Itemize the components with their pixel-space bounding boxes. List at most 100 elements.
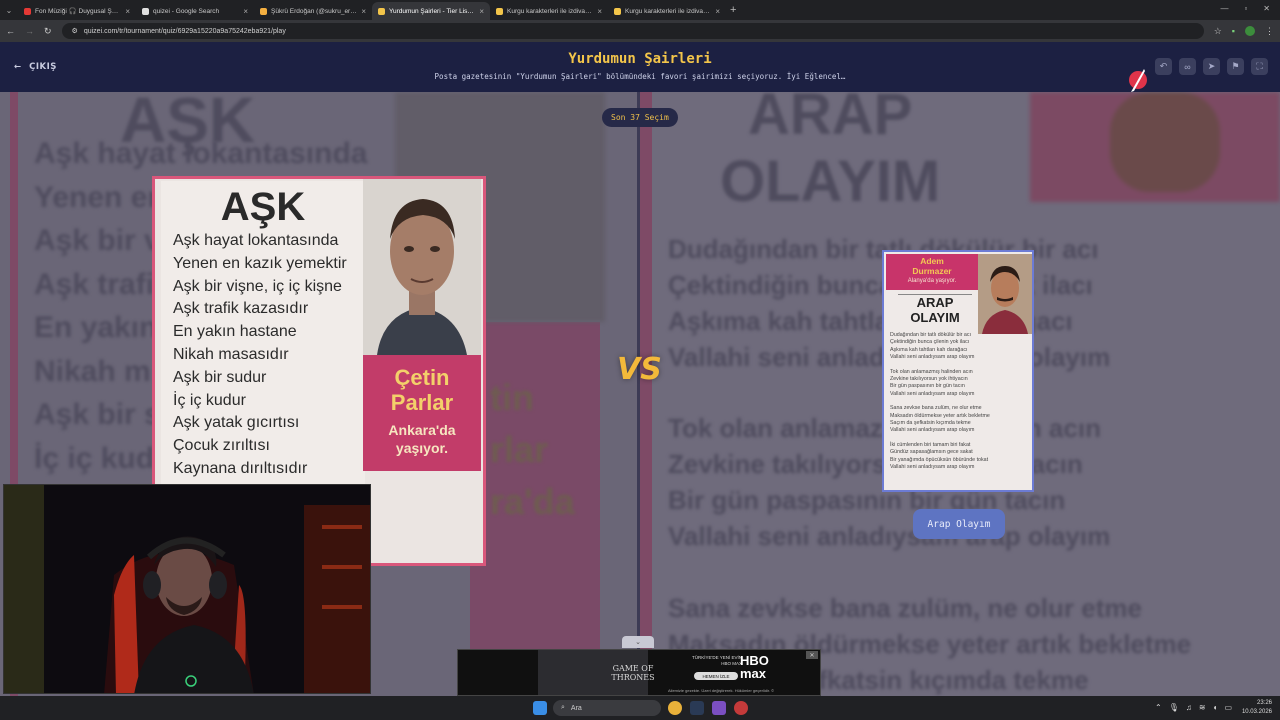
browser-tab-bar: ⌄ Fon Müziği 🎧 Duygusal Şarkılar × quizei … bbox=[0, 0, 1280, 20]
right-poet-last-name: Durmazer bbox=[912, 266, 952, 276]
right-poem-line: Vallahi seni anladıysam arap olayım bbox=[890, 464, 975, 471]
profile-avatar[interactable] bbox=[1245, 26, 1255, 36]
right-poem-line: Vallahi seni anladıysam arap olayım bbox=[890, 427, 975, 434]
left-poem-line: Yenen en kazık yemektir bbox=[173, 254, 347, 272]
tab-favicon-icon bbox=[614, 7, 621, 15]
right-poet-photo bbox=[978, 254, 1032, 334]
stanza-gap bbox=[890, 362, 1026, 369]
page-subtitle: Posta gazetesinin "Yurdumun Şairleri" bö… bbox=[434, 72, 846, 81]
right-bg-photo bbox=[1030, 92, 1280, 202]
undo-icon[interactable]: ↶ bbox=[1155, 58, 1172, 75]
share-icon[interactable]: ➤ bbox=[1203, 58, 1220, 75]
tab-title: Kurgu karakterleri ile izdivaç | En İyi bbox=[625, 7, 711, 15]
ad-cta-button[interactable]: HEMEN İZLE bbox=[694, 672, 738, 680]
twitch-icon[interactable] bbox=[712, 701, 726, 715]
fullscreen-icon[interactable]: ⛶ bbox=[1251, 58, 1268, 75]
taskbar-search[interactable]: ⌕ Ara bbox=[553, 700, 661, 716]
ad-close-icon[interactable]: ✕ bbox=[806, 651, 818, 659]
volume-icon[interactable]: ◖ bbox=[1213, 703, 1218, 712]
tab-close-icon[interactable]: × bbox=[243, 7, 248, 16]
right-poem-line: Bir yanağımda öpücüksün öbüründe tokat bbox=[890, 456, 989, 463]
clock-time: 23:26 bbox=[1256, 700, 1272, 706]
browser-tab[interactable]: Fon Müziği 🎧 Duygusal Şarkılar × bbox=[18, 2, 136, 20]
quiz-header: ← ÇIKIŞ Yurdumun Şairleri Posta gazetesi… bbox=[0, 42, 1280, 92]
extension-icon[interactable]: ▪ bbox=[1232, 26, 1235, 36]
left-bg-poet-panel: tin rlar ra'da bbox=[470, 322, 600, 696]
ad-tagline: TÜRKİYE'DE YENİ EVİN HBO MAX bbox=[691, 655, 742, 666]
left-poet-location: Ankara'da yaşıyor. bbox=[388, 422, 456, 456]
tab-close-icon[interactable]: × bbox=[715, 7, 720, 16]
center-divider bbox=[637, 92, 640, 696]
right-option-card[interactable]: Adem Durmazer Alanya'da yaşıyor. ARAP OL… bbox=[882, 250, 1034, 492]
url-text: quizei.com/tr/tournament/quiz/6929a15220… bbox=[83, 27, 286, 35]
right-poem-line: Bir gün paspasının bir gün tacın bbox=[890, 383, 965, 390]
close-window-icon[interactable]: ✕ bbox=[1263, 4, 1270, 13]
new-tab-button[interactable]: + bbox=[730, 4, 736, 16]
quiz-page: AŞK Aşk hayat lokantasında Yenen en kazı… bbox=[0, 42, 1280, 696]
tab-search-icon[interactable]: ⌄ bbox=[0, 6, 18, 15]
left-poem-line: Aşk trafik kazasıdır bbox=[173, 300, 309, 318]
left-poem-line: Nikah masasıdır bbox=[173, 345, 289, 363]
browser-tab[interactable]: quizei - Google Search × bbox=[136, 2, 254, 20]
address-bar-row: ← → ↻ ⚙ quizei.com/tr/tournament/quiz/69… bbox=[0, 20, 1280, 42]
browser-tab[interactable]: Kurgu karakterleri ile izdivaç | En İyi × bbox=[490, 2, 608, 20]
right-poet-name-panel: Adem Durmazer Alanya'da yaşıyor. bbox=[886, 254, 978, 290]
link-icon[interactable]: ∞ bbox=[1179, 58, 1196, 75]
browser-tab[interactable]: Şükrü Erdoğan (@sukru_erdogan)× bbox=[254, 2, 372, 20]
reload-icon[interactable]: ↻ bbox=[44, 26, 52, 37]
choose-right-button[interactable]: Arap Olayım bbox=[913, 509, 1005, 539]
tray-expand-icon[interactable]: ⌃ bbox=[1155, 703, 1162, 712]
tab-title: quizei - Google Search bbox=[153, 7, 220, 15]
browser-tab[interactable]: Kurgu karakterleri ile izdivaç | En İyi × bbox=[608, 2, 726, 20]
versus-badge: VS bbox=[617, 352, 662, 387]
flag-icon[interactable]: ⚑ bbox=[1227, 58, 1244, 75]
start-icon[interactable] bbox=[533, 701, 547, 715]
taskbar-clock[interactable]: 23:26 10.03.2026 bbox=[1242, 699, 1272, 717]
browser-tab[interactable]: Yurdumun Şairleri - Tier List, En İyi × bbox=[372, 2, 490, 20]
battery-icon[interactable]: ▭ bbox=[1224, 703, 1232, 712]
url-field[interactable]: ⚙ quizei.com/tr/tournament/quiz/6929a152… bbox=[61, 23, 1204, 39]
hbo-max-ad-banner[interactable]: GAME OF THRONES TÜRKİYE'DE YENİ EVİN HBO… bbox=[457, 649, 821, 696]
left-poem-lines: Aşk hayat lokantasında Yenen en kazık yem… bbox=[161, 230, 365, 481]
right-poem-line: Gündüz sapasağlamsın gece sakat bbox=[890, 449, 973, 456]
bookmark-star-icon[interactable]: ☆ bbox=[1214, 26, 1222, 37]
right-poem-lines: Dudağından bir tatlı dökülür bir acı Çekt… bbox=[890, 332, 1026, 472]
chrome-icon[interactable] bbox=[668, 701, 682, 715]
left-poet-photo bbox=[363, 179, 481, 355]
steam-icon[interactable] bbox=[690, 701, 704, 715]
recording-app-icon[interactable] bbox=[734, 701, 748, 715]
tab-favicon-icon bbox=[24, 7, 31, 15]
search-icon: ⌕ bbox=[561, 704, 565, 711]
site-info-icon[interactable]: ⚙ bbox=[72, 27, 78, 35]
clock-date: 10.03.2026 bbox=[1241, 709, 1272, 715]
tab-favicon-icon bbox=[260, 7, 267, 15]
back-arrow-icon[interactable]: ← bbox=[6, 26, 15, 36]
right-poem-line: Çektindiğin bunca çilenin yok ilacı bbox=[890, 339, 970, 346]
left-poem-line: Aşk hayat lokantasında bbox=[173, 232, 339, 249]
right-poem-line: Zevkine takılıyorsun yok ihtiyacın bbox=[890, 376, 968, 383]
right-poem-line: İki cümlenden biri tamam biri fakat bbox=[890, 441, 971, 448]
left-poem-line: Aşk bir sudur bbox=[173, 368, 267, 386]
ad-brand: HBO max bbox=[740, 653, 769, 681]
right-bg-border bbox=[640, 92, 652, 696]
tab-close-icon[interactable]: × bbox=[597, 7, 602, 16]
microphone-icon[interactable]: 🎙 bbox=[1169, 703, 1179, 712]
feather-logo-icon bbox=[1129, 69, 1147, 92]
tab-title: Fon Müziği 🎧 Duygusal Şarkılar bbox=[35, 8, 122, 15]
minimize-icon[interactable]: — bbox=[1220, 4, 1228, 13]
tab-close-icon[interactable]: × bbox=[125, 7, 130, 16]
tab-title: Şükrü Erdoğan (@sukru_erdogan) bbox=[271, 7, 358, 15]
maximize-icon[interactable]: ▫ bbox=[1244, 4, 1247, 13]
ad-collapse-button[interactable]: ⌄ bbox=[622, 636, 654, 648]
ad-footer: Ailemizle gezekte. Üzeri değiştirerek. H… bbox=[668, 688, 775, 693]
wifi-icon[interactable]: ≋ bbox=[1199, 703, 1206, 712]
headset-icon[interactable]: ♫ bbox=[1186, 703, 1192, 712]
forward-arrow-icon[interactable]: → bbox=[25, 26, 34, 36]
menu-icon[interactable]: ⋮ bbox=[1265, 26, 1274, 37]
right-poem-line: Sana zevkse bana zulüm, ne olur etme bbox=[890, 405, 982, 412]
header-actions: ↶ ∞ ➤ ⚑ ⛶ bbox=[1155, 58, 1268, 75]
tab-favicon-icon bbox=[496, 7, 503, 15]
right-poet-location: Alanya'da yaşıyor. bbox=[907, 278, 957, 284]
tab-close-icon[interactable]: × bbox=[361, 7, 366, 16]
tab-close-icon[interactable]: × bbox=[479, 7, 484, 16]
